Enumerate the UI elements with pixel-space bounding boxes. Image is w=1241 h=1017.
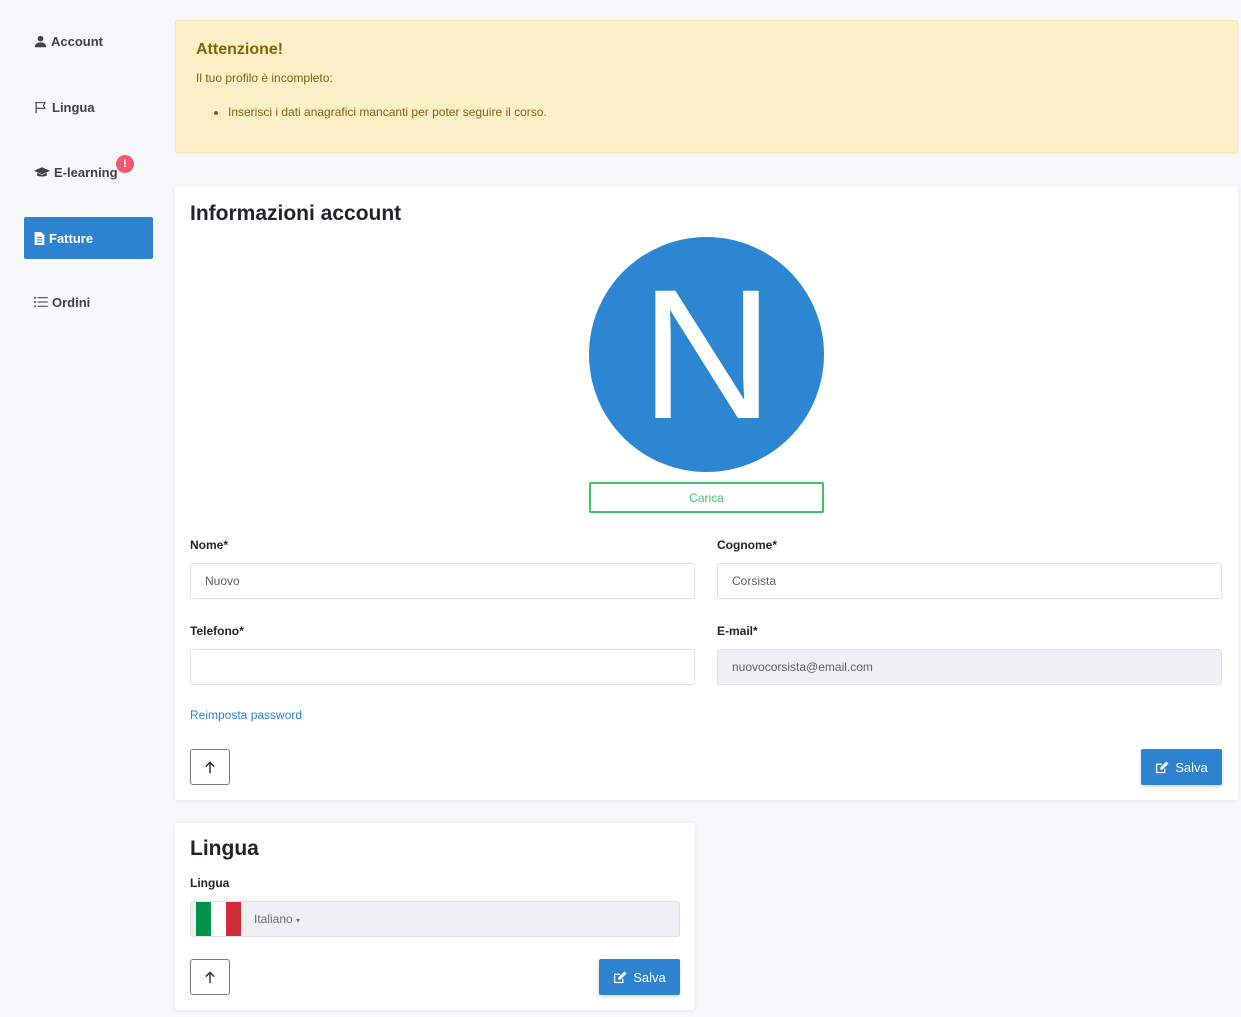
email-label-text: E-mail [717,624,754,638]
arrow-up-icon [205,760,215,773]
avatar: N [589,237,824,472]
cognome-label: Cognome* [717,538,777,552]
required-mark: * [753,624,758,638]
upload-avatar-button[interactable]: Carica [589,482,824,513]
alert-list: Inserisci i dati anagrafici mancanti per… [196,105,1217,119]
graduation-cap-icon [34,166,50,178]
email-label: E-mail* [717,624,758,638]
sidebar-item-label: Lingua [52,99,95,115]
nome-input[interactable] [190,563,695,599]
flag-stripe [211,902,226,936]
user-icon [34,35,47,48]
telefono-input[interactable] [190,649,695,685]
language-selected-value: Italiano ▾ [254,912,300,926]
sidebar-item-label: Ordini [52,294,91,310]
avatar-letter-text: N [642,280,772,430]
caret-down-icon: ▾ [296,916,301,925]
sidebar-item-fatture[interactable]: Fatture [24,217,153,259]
avatar-letter: N [642,280,772,430]
sidebar: Account Lingua E-learning ! Fatture Ordi… [0,0,165,1017]
language-selected-text: Italiano [254,912,293,926]
reset-password-link[interactable]: Reimposta password [190,708,302,722]
sidebar-item-label: Account [51,33,103,49]
arrow-up-icon [205,970,215,983]
cognome-label-text: Cognome [717,538,773,552]
file-invoice-icon [34,231,45,245]
italian-flag-icon [196,902,241,936]
flag-stripe [226,902,241,936]
nome-label: Nome* [190,538,228,552]
scroll-top-button[interactable] [190,959,230,995]
save-button-label: Salva [633,969,666,985]
nome-label-text: Nome [190,538,224,552]
edit-icon [614,970,627,983]
alert-title: Attenzione! [196,41,284,58]
save-button-label: Salva [1175,759,1208,775]
profile-incomplete-alert: Attenzione! Il tuo profilo è incompleto:… [175,20,1238,153]
language-card: Lingua Lingua Italiano ▾ Salva [175,823,695,1010]
required-mark: * [239,624,244,638]
sidebar-item-account[interactable]: Account [24,20,153,62]
edit-icon [1156,760,1169,773]
language-label: Lingua [190,876,230,890]
alert-list-item: Inserisci i dati anagrafici mancanti per… [228,105,1217,119]
sidebar-item-ordini[interactable]: Ordini [24,281,153,323]
telefono-label-text: Telefono [190,624,240,638]
telefono-label: Telefono* [190,624,244,638]
account-card-title: Informazioni account [190,202,402,225]
alert-text: Il tuo profilo è incompleto: [196,71,333,85]
language-card-title: Lingua [190,837,259,860]
list-icon [34,296,48,308]
notification-badge: ! [116,155,134,173]
sidebar-item-e-learning[interactable]: E-learning ! [24,151,153,193]
flag-stripe [196,902,211,936]
save-account-button[interactable]: Salva [1141,749,1222,785]
flag-icon [34,101,48,114]
sidebar-item-label: Fatture [49,230,94,246]
sidebar-item-lingua[interactable]: Lingua [24,86,153,128]
cognome-input[interactable] [717,563,1222,599]
save-language-button[interactable]: Salva [599,959,680,995]
language-select[interactable]: Italiano ▾ [190,901,680,937]
required-mark: * [223,538,229,552]
email-field[interactable] [717,649,1222,685]
required-mark: * [772,538,778,552]
sidebar-item-label: E-learning [54,164,118,180]
scroll-top-button[interactable] [190,749,230,785]
account-info-card: Informazioni account N Carica Nome* Cogn… [175,186,1238,800]
